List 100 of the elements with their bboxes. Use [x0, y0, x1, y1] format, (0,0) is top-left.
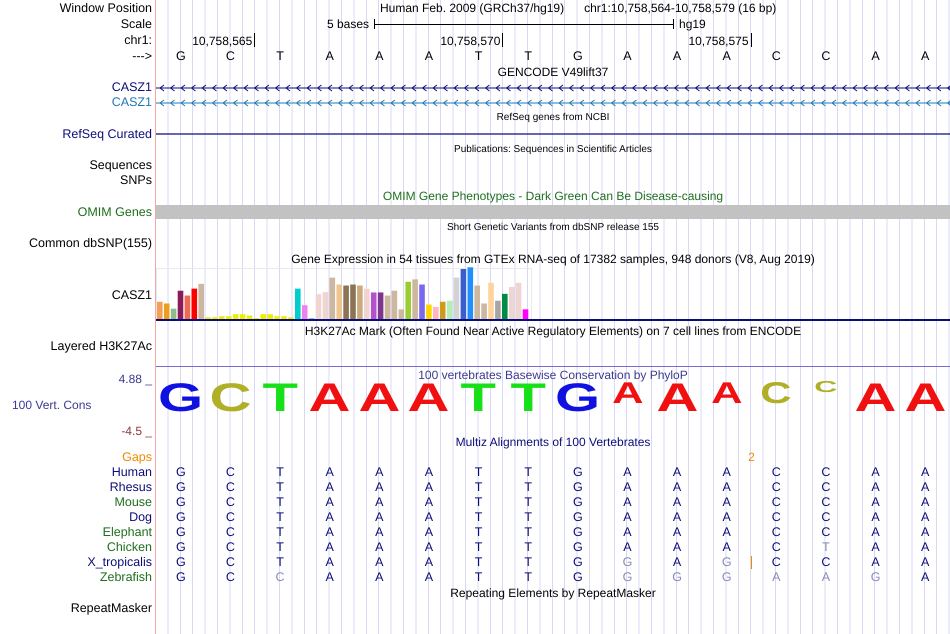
scale-text: 5 bases	[327, 18, 370, 30]
aligned-base: G	[572, 556, 583, 569]
aligned-base: C	[821, 496, 830, 509]
logo-letter: A	[408, 382, 450, 414]
sequence-base: T	[524, 50, 532, 62]
aligned-base: A	[871, 541, 880, 554]
aligned-base: C	[226, 481, 235, 494]
aligned-base: C	[772, 466, 781, 479]
axis-min-label: -4.5 _	[121, 425, 152, 437]
aligned-base: A	[326, 496, 334, 509]
track-title: H3K27Ac Mark (Often Found Near Active Regulatory Elements) on 7 cell lines from ENCODE	[304, 325, 802, 337]
aligned-base: T	[524, 526, 532, 539]
logo-letter: C	[814, 382, 838, 395]
aligned-base: C	[226, 511, 235, 524]
sequence-base: G	[176, 50, 186, 62]
logo-letter: A	[612, 382, 644, 406]
axis-max-label: 4.88 _	[118, 373, 152, 385]
logo-letter: A	[308, 382, 351, 414]
aligned-base: C	[821, 481, 830, 494]
aligned-base: A	[424, 496, 434, 509]
track-label: RefSeq Curated	[62, 128, 152, 140]
aligned-base: C	[226, 556, 235, 569]
aligned-base: T	[276, 556, 284, 569]
aligned-base: T	[524, 466, 532, 479]
track-title: 100 vertebrates Basewise Conservation by PhyloP	[418, 369, 688, 381]
aligned-base: A	[921, 556, 930, 569]
aligned-base: A	[375, 556, 384, 569]
aligned-base: A	[375, 496, 384, 509]
aligned-base: A	[375, 466, 384, 479]
track-label: 100 Vert. Cons	[11, 399, 92, 411]
track-title: Gene Expression in 54 tissues from GTEx RNA-seq of 17382 samples, 948 donors (V8, Aug 2019)	[291, 253, 815, 265]
aligned-base: C	[226, 496, 235, 509]
logo-letter: T	[510, 382, 546, 414]
aligned-base: G	[722, 556, 732, 569]
aligned-base: T	[524, 571, 532, 584]
aligned-base: A	[871, 466, 880, 479]
aligned-base: A	[326, 571, 334, 584]
aligned-base: G	[572, 571, 583, 584]
aligned-base: G	[722, 571, 732, 584]
aligned-base: C	[226, 466, 235, 479]
aligned-base: T	[524, 541, 532, 554]
aligned-base: A	[672, 466, 682, 479]
logo-letter: A	[854, 382, 896, 414]
aligned-base: T	[276, 541, 284, 554]
aligned-base: T	[276, 526, 284, 539]
track-label: SNPs	[120, 174, 152, 187]
aligned-base: C	[276, 571, 285, 584]
aligned-base: C	[821, 511, 830, 524]
sequence-base: A	[326, 50, 334, 62]
aligned-base: A	[623, 496, 632, 509]
aligned-base: T	[474, 571, 482, 584]
aligned-base: A	[623, 541, 632, 554]
aligned-base: A	[921, 466, 930, 479]
species-label: Zebrafish	[100, 571, 152, 584]
aligned-base: G	[622, 571, 632, 584]
aligned-base: C	[772, 556, 781, 569]
aligned-base: A	[623, 526, 632, 539]
sequence-base: A	[672, 50, 682, 62]
track-label: OMIM Genes	[78, 206, 152, 218]
aligned-base: T	[276, 496, 284, 509]
aligned-base: G	[572, 541, 583, 554]
aligned-base: A	[326, 526, 334, 539]
aligned-base: A	[326, 556, 334, 569]
sequence-base: A	[424, 50, 434, 62]
sequence-base: T	[276, 50, 284, 62]
aligned-base: G	[572, 511, 583, 524]
sequence-base: A	[871, 50, 880, 62]
logo-letter: A	[656, 382, 698, 414]
aligned-base: A	[871, 496, 880, 509]
aligned-base: A	[871, 556, 880, 569]
aligned-base: C	[226, 541, 235, 554]
aligned-base: A	[672, 511, 682, 524]
assembly-name: hg19	[679, 18, 706, 30]
aligned-base: G	[672, 571, 682, 584]
aligned-base: A	[921, 496, 930, 509]
aligned-base: A	[424, 541, 434, 554]
aligned-base: A	[722, 496, 731, 509]
aligned-base: C	[772, 496, 781, 509]
track-label: CASZ1	[112, 288, 152, 302]
logo-letter: C	[760, 382, 792, 406]
aligned-base: A	[424, 481, 434, 494]
logo-letter: G	[158, 382, 204, 414]
aligned-base: C	[772, 481, 781, 494]
aligned-base: A	[672, 541, 682, 554]
aligned-base: A	[375, 511, 384, 524]
assembly-title: Human Feb. 2009 (GRCh37/hg19)	[380, 2, 564, 14]
aligned-base: G	[176, 541, 186, 554]
aligned-base: A	[424, 466, 434, 479]
aligned-base: A	[871, 511, 880, 524]
aligned-base: G	[176, 571, 186, 584]
sequence-base: C	[772, 50, 781, 62]
logo-letter: G	[555, 382, 600, 414]
aligned-base: A	[424, 511, 434, 524]
coordinate-tick: 10,758,575	[688, 33, 752, 47]
aligned-base: C	[772, 526, 781, 539]
aligned-base: T	[524, 481, 532, 494]
aligned-base: T	[276, 511, 284, 524]
sequence-base: T	[474, 50, 482, 62]
aligned-base: T	[474, 466, 482, 479]
aligned-base: A	[722, 541, 731, 554]
